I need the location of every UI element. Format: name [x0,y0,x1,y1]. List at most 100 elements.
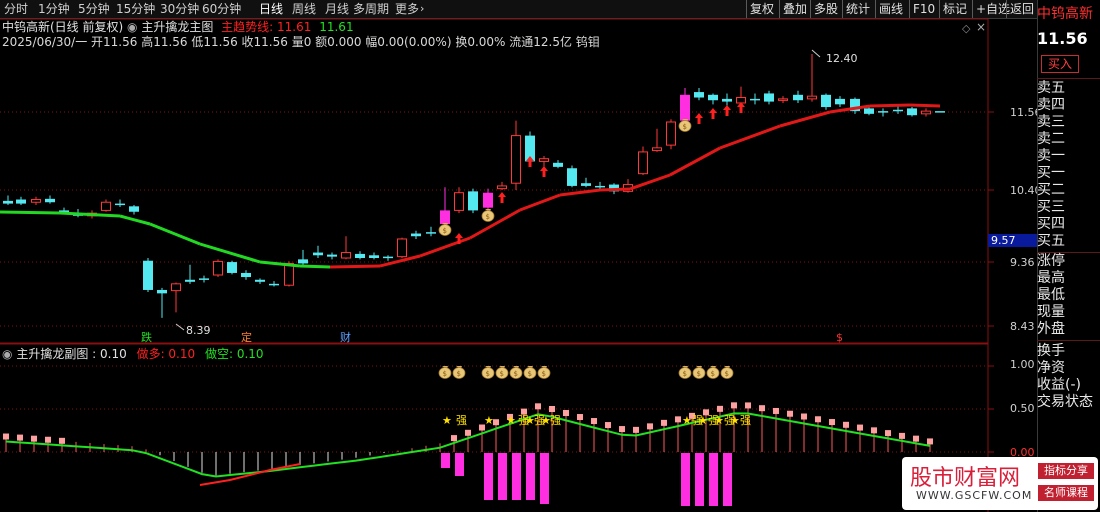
osc-cap [465,429,471,436]
osc-cap [577,414,583,421]
candle-body [454,192,464,211]
low-value: 8.39 [186,324,211,337]
magenta-bar [484,453,493,500]
osc-cap [857,424,863,431]
osc-cap [633,426,639,433]
candle-body [652,147,662,152]
trend-segment [0,210,61,215]
trend-segment [259,260,301,268]
money-bags: $ $ $ [438,119,692,236]
watermark-title: 股市财富网 [910,466,1021,491]
order-level: 卖一 [1037,148,1065,164]
red-up-arrow-icon [709,108,717,119]
candle-body [45,198,55,203]
osc-cap [801,413,807,420]
low-annotation: 8.39 [175,323,211,337]
order-level: 买五 [1037,233,1065,249]
magenta-bar [681,453,690,506]
watermark-tag-1: 指标分享 [1038,463,1094,479]
panel-divider-1 [1037,78,1100,79]
magenta-bar [498,453,507,500]
money-bag-icon: $ [438,223,452,236]
bag-symbol: $ [697,370,701,378]
money-bag-icon: $ [537,366,551,379]
sub-tick-label: 1.00 [1010,358,1035,371]
event-marker[interactable]: 财 [340,330,351,344]
candle-body [355,253,365,258]
bag-symbol: $ [500,370,504,378]
star-icon: ★ [442,414,452,427]
event-marker[interactable]: 定 [241,330,252,344]
candle-body [483,192,493,208]
osc-cap [787,410,793,417]
osc-cap [647,423,653,430]
bag-symbol: $ [711,370,715,378]
candle-body [778,98,788,101]
osc-cap [675,416,681,423]
bag-symbol: $ [457,370,461,378]
magenta-bar [540,453,549,504]
magenta-bar [526,453,535,500]
osc-cap [871,427,877,434]
stat-item: 净资 [1037,360,1065,376]
candle-body [31,199,41,203]
order-level: 买二 [1037,182,1065,198]
short-curve [199,463,301,486]
watermark-url: WWW.GSCFW.COM [916,489,1033,502]
kline-chart[interactable]: $$$12.408.39跌定财 $$ $ $ $ $ $ $ $ $ $ $★ ★ ★ ★ ★ ★ ★ ★ ★强强强强… [0,0,1037,512]
watermark: 股市财富网 WWW.GSCFW.COM 指标分享 名师课程 [902,457,1098,510]
event-marker[interactable]: 跌 [141,330,152,344]
candle-body [157,289,167,294]
candle-body [171,283,181,292]
subchart-name[interactable]: 主升擒龙副图 [16,347,88,361]
candle-body [750,98,760,101]
candle-body [16,199,26,204]
trend-segment [519,193,561,212]
money-bag-icon: $ [720,366,734,379]
trend-segment [119,214,151,226]
candle-body [440,210,450,224]
magenta-bar [441,453,450,468]
trend-segment [669,146,721,177]
candle-body [764,93,774,102]
candle-body [907,108,917,116]
trend-segment [469,208,521,240]
trend-segment [599,187,631,192]
high-annotation: 12.40 [811,49,858,65]
bag-symbol: $ [486,213,490,221]
candle-body [341,252,351,259]
candle-body [567,168,577,186]
stock-price: 11.56 [1037,29,1088,48]
osc-cap [913,435,919,442]
osc-cap [731,402,737,409]
stat-item: 外盘 [1037,321,1065,337]
candle-body [3,200,13,204]
event-marker[interactable]: $ [836,331,843,344]
candle-body [199,278,209,280]
osc-cap [759,405,765,412]
trend-segment [59,211,121,218]
candle-body [893,109,903,112]
trend-segment [199,242,261,264]
bag-symbol: $ [725,370,729,378]
subchart-header: ◉ 主升擒龙副图 : 0.10 做多: 0.10 做空: 0.10 [2,347,264,361]
low-pointer [175,323,185,331]
red-up-arrow-icon [737,102,745,113]
current-price-badge: 9.57 [988,234,1037,247]
candle-body [807,95,817,100]
magenta-bar [695,453,704,506]
high-value: 12.40 [826,52,858,65]
stat-item: 涨停 [1037,253,1065,269]
bag-symbol: $ [683,370,687,378]
stat-item: 现量 [1037,304,1065,320]
money-bag-icon: $ [509,366,523,379]
candle-body [666,121,676,146]
stat-item: 交易状态 [1037,394,1093,410]
dokong-label: 做空: 0.10 [204,347,264,361]
candle-body [835,98,845,105]
candle-body [595,185,605,188]
strong-label: 强 [708,414,719,427]
buy-button[interactable]: 买入 [1041,55,1079,73]
money-bag-icon: $ [495,366,509,379]
strong-label: 强 [550,414,561,427]
